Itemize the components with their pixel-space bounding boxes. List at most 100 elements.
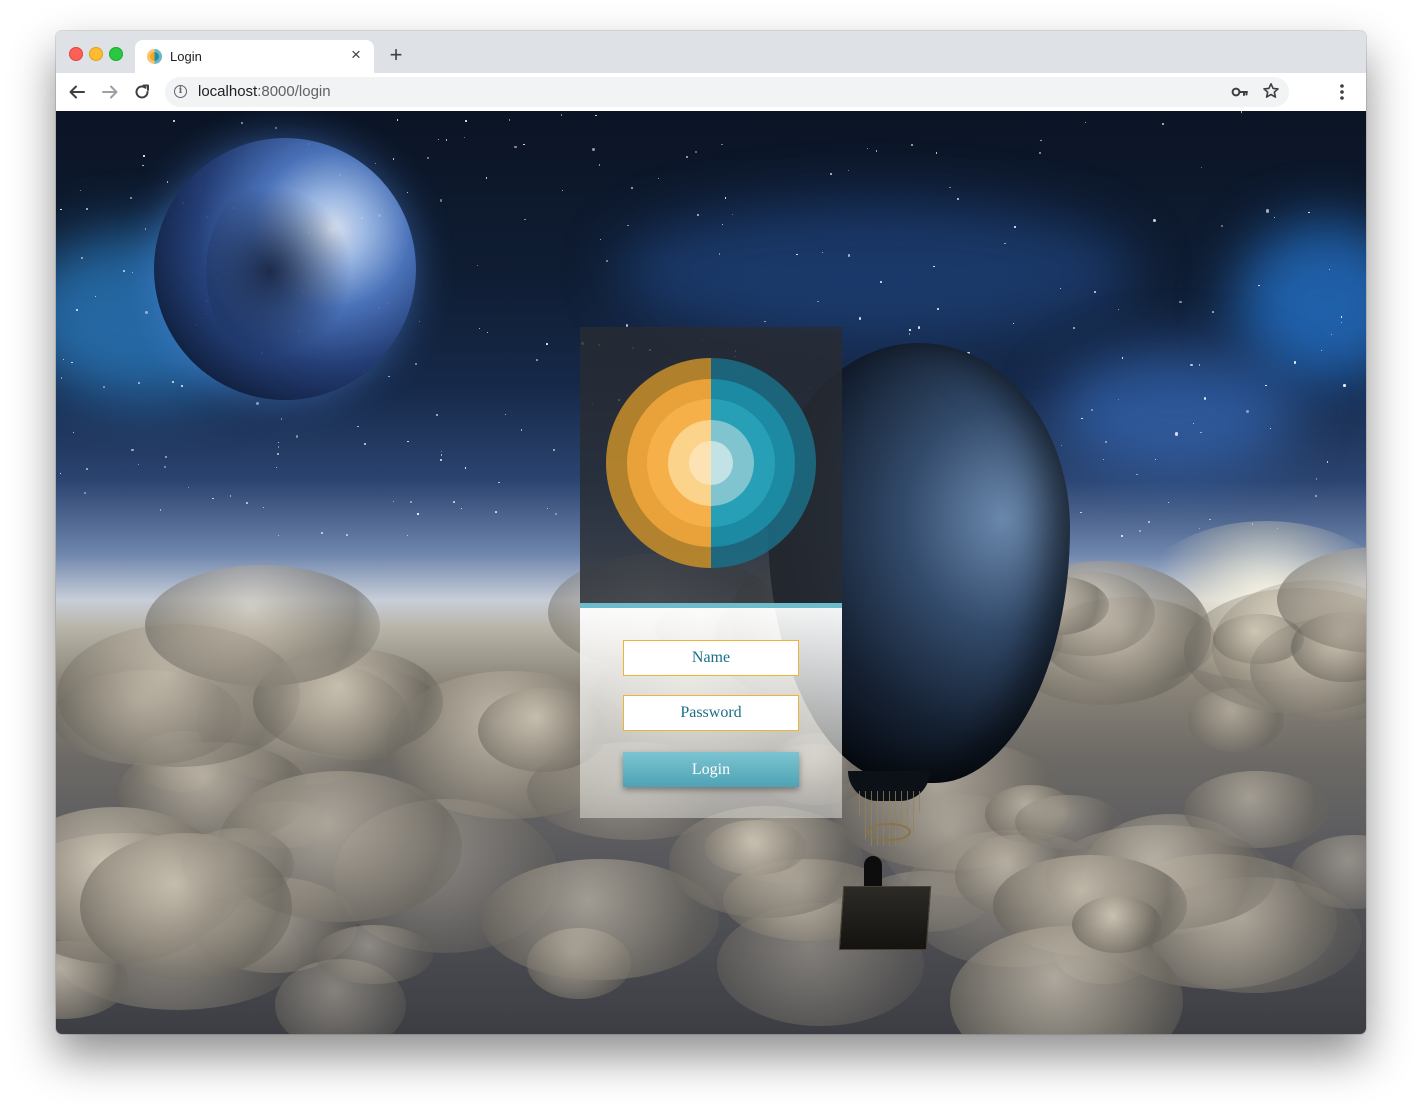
- star: [555, 512, 558, 515]
- tab-login[interactable]: Login ×: [135, 40, 374, 73]
- new-tab-button[interactable]: +: [385, 44, 407, 66]
- star: [1273, 217, 1275, 219]
- reload-button[interactable]: [131, 81, 153, 103]
- password-input[interactable]: [623, 695, 799, 731]
- star: [1245, 409, 1249, 413]
- star: [1265, 209, 1269, 213]
- star: [1135, 473, 1138, 476]
- star: [1073, 326, 1076, 329]
- star: [296, 435, 299, 438]
- login-header: [580, 327, 842, 603]
- star: [1203, 397, 1207, 400]
- star: [847, 170, 849, 172]
- star: [437, 138, 440, 141]
- star: [123, 269, 126, 272]
- cloud-puff: [1072, 895, 1163, 954]
- star: [465, 120, 467, 122]
- star: [552, 449, 555, 452]
- star: [131, 271, 133, 273]
- star: [275, 467, 277, 469]
- star: [453, 501, 455, 504]
- url-text[interactable]: localhost:8000/login: [198, 83, 331, 100]
- forward-button[interactable]: [99, 81, 121, 103]
- star: [591, 148, 595, 152]
- url-host: localhost: [198, 83, 258, 100]
- star: [547, 507, 549, 509]
- star: [546, 343, 548, 345]
- star: [320, 532, 323, 534]
- star: [476, 264, 478, 266]
- star: [1212, 311, 1215, 313]
- star: [212, 497, 214, 500]
- star: [461, 507, 463, 509]
- star: [1208, 518, 1211, 521]
- page-viewport: Login: [56, 111, 1366, 1034]
- star: [1201, 166, 1203, 168]
- kebab-menu-icon[interactable]: [1332, 82, 1352, 102]
- star: [72, 431, 74, 434]
- star: [1085, 121, 1087, 123]
- balloon-basket: [838, 886, 932, 950]
- star: [166, 181, 169, 183]
- star: [1093, 291, 1096, 293]
- login-button[interactable]: Login: [623, 752, 799, 787]
- arrow-left-icon: [69, 85, 85, 99]
- star: [60, 208, 63, 211]
- info-icon[interactable]: i: [174, 85, 187, 98]
- browser-toolbar: i localhost:8000/login: [56, 73, 1366, 112]
- star: [130, 197, 132, 199]
- star: [1179, 300, 1182, 304]
- star: [478, 328, 481, 330]
- star: [721, 143, 723, 146]
- star: [1326, 461, 1328, 463]
- minimize-window-button[interactable]: [89, 47, 103, 61]
- star: [536, 359, 538, 361]
- cloud-puff: [145, 564, 380, 686]
- maximize-window-button[interactable]: [109, 47, 123, 61]
- close-window-button[interactable]: [69, 47, 83, 61]
- star-icon[interactable]: [1262, 82, 1280, 100]
- star: [86, 468, 88, 470]
- star: [406, 191, 409, 194]
- key-icon[interactable]: [1231, 84, 1249, 100]
- balloon-ring: [867, 823, 911, 841]
- name-input[interactable]: [623, 640, 799, 676]
- star: [440, 459, 442, 461]
- close-tab-icon[interactable]: ×: [346, 45, 366, 65]
- star: [1328, 268, 1330, 271]
- star: [561, 190, 563, 192]
- address-bar[interactable]: i localhost:8000/login: [165, 77, 1289, 107]
- star: [599, 238, 602, 241]
- star: [180, 384, 183, 387]
- star: [731, 213, 733, 215]
- cloud-puff: [315, 924, 433, 985]
- star: [144, 228, 147, 230]
- star: [278, 442, 280, 444]
- star: [463, 136, 465, 139]
- login-panel: Login: [580, 327, 842, 818]
- star: [263, 506, 265, 509]
- cloud-puff: [668, 806, 864, 918]
- star: [796, 253, 798, 256]
- star: [817, 300, 819, 303]
- tab-strip: Login × +: [56, 31, 1366, 73]
- star: [419, 320, 421, 323]
- back-button[interactable]: [66, 81, 88, 103]
- arrow-right-icon: [102, 85, 118, 99]
- star: [142, 164, 144, 167]
- star: [187, 486, 189, 488]
- star: [427, 157, 430, 160]
- nebula-center: [616, 201, 1136, 341]
- star: [830, 172, 833, 175]
- star: [508, 118, 511, 121]
- star: [1221, 224, 1224, 227]
- star: [1167, 501, 1169, 503]
- star: [1121, 535, 1123, 537]
- star: [79, 189, 81, 191]
- star: [71, 361, 73, 364]
- star: [1162, 123, 1165, 126]
- star: [1038, 152, 1042, 155]
- star: [86, 208, 89, 211]
- star: [409, 501, 412, 504]
- star: [163, 466, 166, 469]
